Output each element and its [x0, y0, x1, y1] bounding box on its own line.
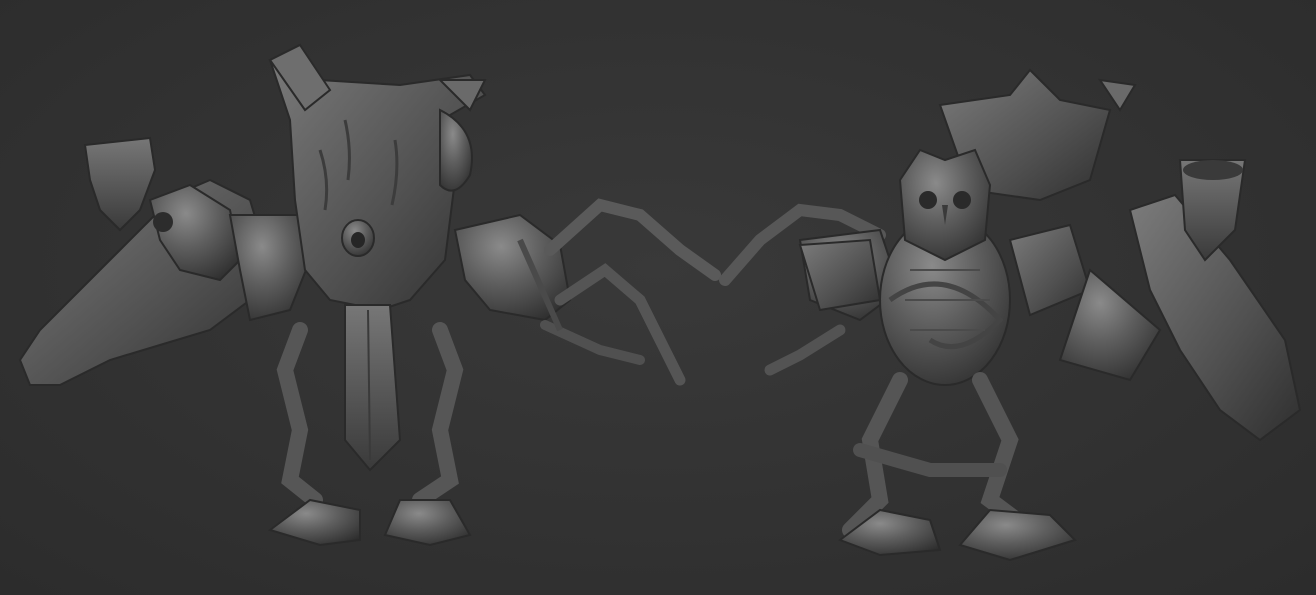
left-club-arm [18, 136, 312, 386]
shoulder-block-right [1008, 223, 1092, 317]
owl-legs [837, 372, 1077, 562]
model-right [719, 68, 1302, 562]
sculpt-viewport [0, 0, 1316, 595]
sculpt-render [18, 43, 1302, 562]
owl-right-club [1058, 159, 1302, 442]
leaf-apron [344, 304, 402, 472]
owl-body [879, 148, 1011, 386]
model-left [18, 43, 721, 547]
right-long-arm [453, 198, 721, 386]
